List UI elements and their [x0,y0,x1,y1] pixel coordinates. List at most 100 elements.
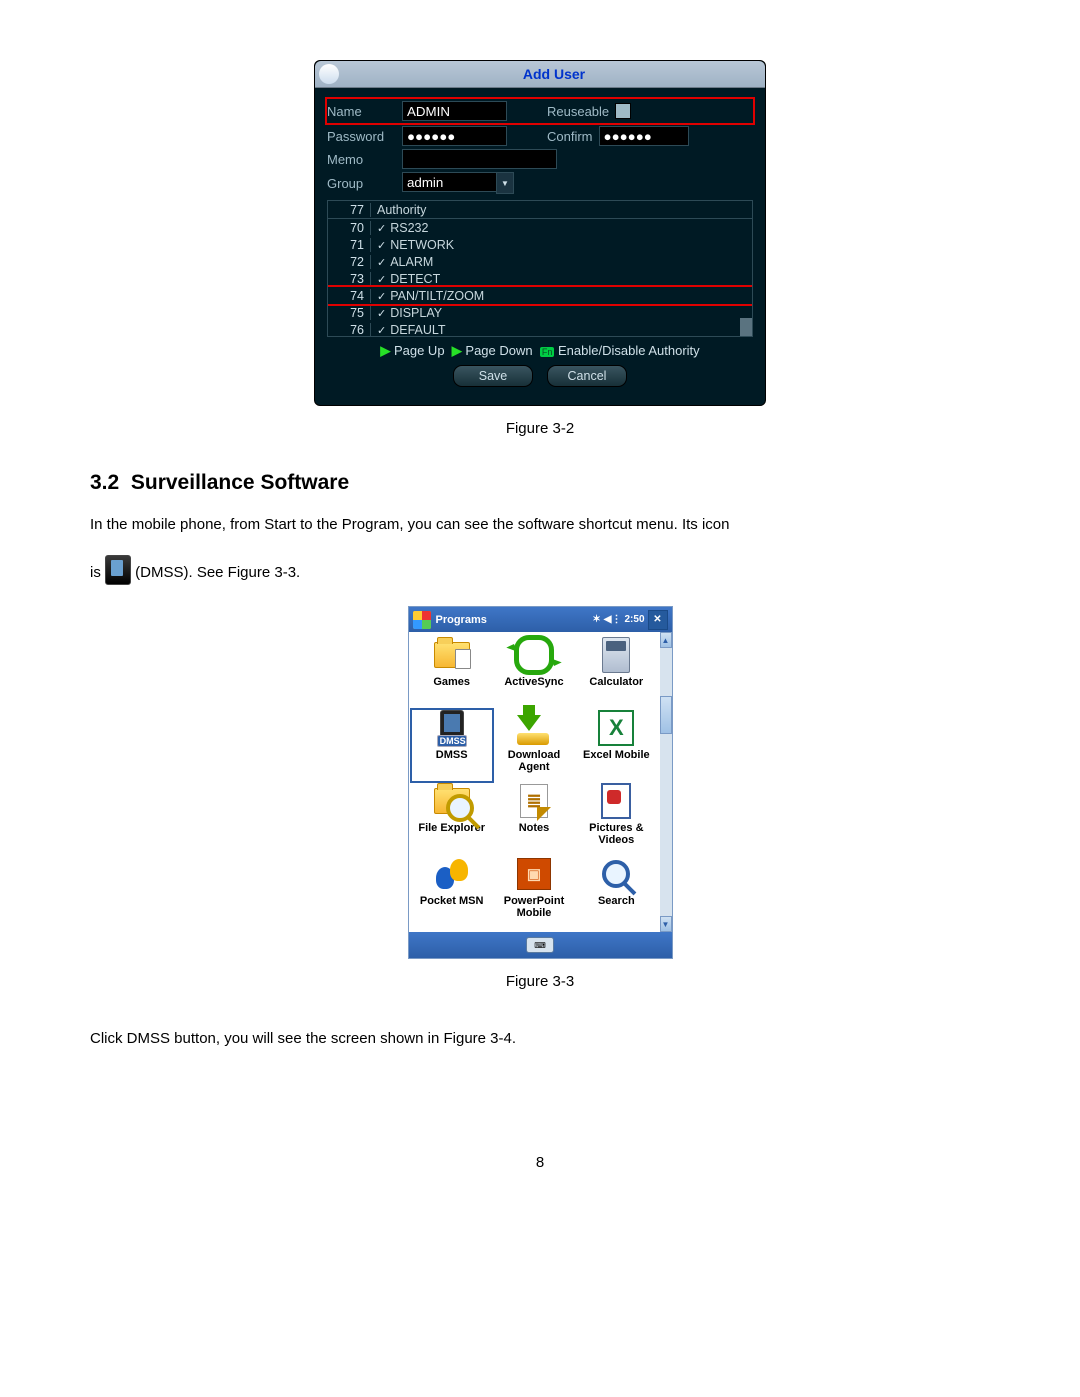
keyboard-icon[interactable] [526,937,554,953]
app-excel[interactable]: X Excel Mobile [575,709,657,782]
app-dmss[interactable]: DMSS DMSS [411,709,493,782]
check-icon [377,221,386,235]
authority-name: DEFAULT [390,323,445,337]
reuseable-checkbox[interactable] [615,103,631,119]
authority-scrollbar[interactable] [740,318,752,336]
authority-name: NETWORK [390,238,454,252]
close-button[interactable]: ✕ [648,610,668,630]
sync-icon [514,636,554,674]
next-icon: ▶ [380,343,390,358]
fileexp-icon [432,782,472,820]
start-flag-icon[interactable] [413,611,431,629]
clock-text: 2:50 [624,614,644,625]
dl-icon [514,709,554,747]
authority-row[interactable]: 74PAN/TILT/ZOOM [328,287,752,304]
app-label: Excel Mobile [583,749,650,761]
check-icon [377,272,386,286]
programs-scrollbar[interactable]: ▲ ▼ [660,632,672,932]
group-select[interactable] [402,172,496,192]
app-fileexp[interactable]: File Explorer [411,782,493,855]
programs-window: Programs ✶ ◀⋮ 2:50 ✕ Games ActiveSync Calc… [408,606,673,959]
authority-row[interactable]: 72 ALARM [328,253,752,270]
dialog-titlebar: Add User [315,61,765,88]
name-label: Name [327,104,402,119]
authority-list: 77 Authority 70RS23271NETWORK72ALARM73DE… [327,200,753,337]
authority-name: DISPLAY [390,306,442,320]
paragraph-2: Click DMSS button, you will see the scre… [90,1024,990,1054]
scroll-thumb[interactable] [660,696,672,734]
paragraph-1b: is (DMSS). See Figure 3-3. [90,555,990,588]
app-calc[interactable]: Calculator [575,636,657,709]
cancel-button[interactable]: Cancel [547,365,627,387]
password-input[interactable] [402,126,507,146]
dmss-icon: DMSS [432,709,472,747]
app-games[interactable]: Games [411,636,493,709]
scroll-up-button[interactable]: ▲ [660,632,672,648]
app-label: DMSS [436,749,468,761]
programs-titlebar: Programs ✶ ◀⋮ 2:50 ✕ [409,607,672,632]
app-label: Notes [519,822,550,834]
games-icon [432,636,472,674]
figure-3-3-caption: Figure 3-3 [90,973,990,990]
memo-input[interactable] [402,149,557,169]
authority-row[interactable]: 75 DISPLAY [328,304,752,321]
authority-num: 75 [328,306,371,320]
app-label: Pocket MSN [420,895,484,907]
authority-header-label: Authority [371,203,426,217]
memo-label: Memo [327,152,402,167]
volume-icon: ◀⋮ [604,614,622,625]
app-label: Download Agent [493,749,575,773]
check-icon [377,289,386,303]
authority-row[interactable]: 73DETECT [328,270,752,287]
authority-num: 71 [328,238,371,252]
dmss-inline-icon [105,555,131,585]
authority-name: RS232 [390,221,428,235]
confirm-input[interactable] [599,126,689,146]
check-icon [377,255,386,269]
paragraph-1a: In the mobile phone, from Start to the P… [90,510,990,540]
app-pics[interactable]: Pictures & Videos [575,782,657,855]
group-dropdown-icon[interactable]: ▼ [496,172,514,194]
app-notes[interactable]: Notes [493,782,575,855]
authority-row[interactable]: 70 RS232 [328,219,752,236]
signal-icon: ✶ [592,614,600,625]
dialog-logo-icon [319,64,339,84]
calc-icon [596,636,636,674]
authority-row[interactable]: 76 DEFAULT [328,321,752,337]
app-sync[interactable]: ActiveSync [493,636,575,709]
authority-row[interactable]: 71 NETWORK [328,236,752,253]
figure-3-2-caption: Figure 3-2 [90,420,990,437]
excel-icon: X [596,709,636,747]
password-label: Password [327,129,402,144]
authority-num: 72 [328,255,371,269]
ppt-icon: ▣ [514,855,554,893]
authority-num: 76 [328,323,371,337]
authority-num: 70 [328,221,371,235]
app-label: Search [598,895,635,907]
confirm-label: Confirm [547,129,593,144]
authority-name: DETECT [390,272,440,286]
check-icon [377,323,386,337]
save-button[interactable]: Save [453,365,533,387]
add-user-dialog: Add User Name Reuseable Password Confirm… [314,60,766,406]
app-label: ActiveSync [504,676,563,688]
check-icon [377,238,386,252]
scroll-down-button[interactable]: ▼ [660,916,672,932]
name-input[interactable] [402,101,507,121]
dialog-title: Add User [343,66,765,82]
app-msn[interactable]: Pocket MSN [411,855,493,928]
app-dl[interactable]: Download Agent [493,709,575,782]
msn-icon [432,855,472,893]
prev-icon: ▶ [452,343,462,358]
page-number: 8 [90,1154,990,1171]
fn-icon: Fn [540,347,555,357]
app-ppt[interactable]: ▣PowerPoint Mobile [493,855,575,928]
group-label: Group [327,176,402,191]
notes-icon [514,782,554,820]
section-heading: 3.2 Surveillance Software [90,471,990,495]
authority-name: ALARM [390,255,433,269]
search-icon [596,855,636,893]
app-label: Pictures & Videos [575,822,657,846]
app-search[interactable]: Search [575,855,657,928]
reuseable-label: Reuseable [547,104,609,119]
